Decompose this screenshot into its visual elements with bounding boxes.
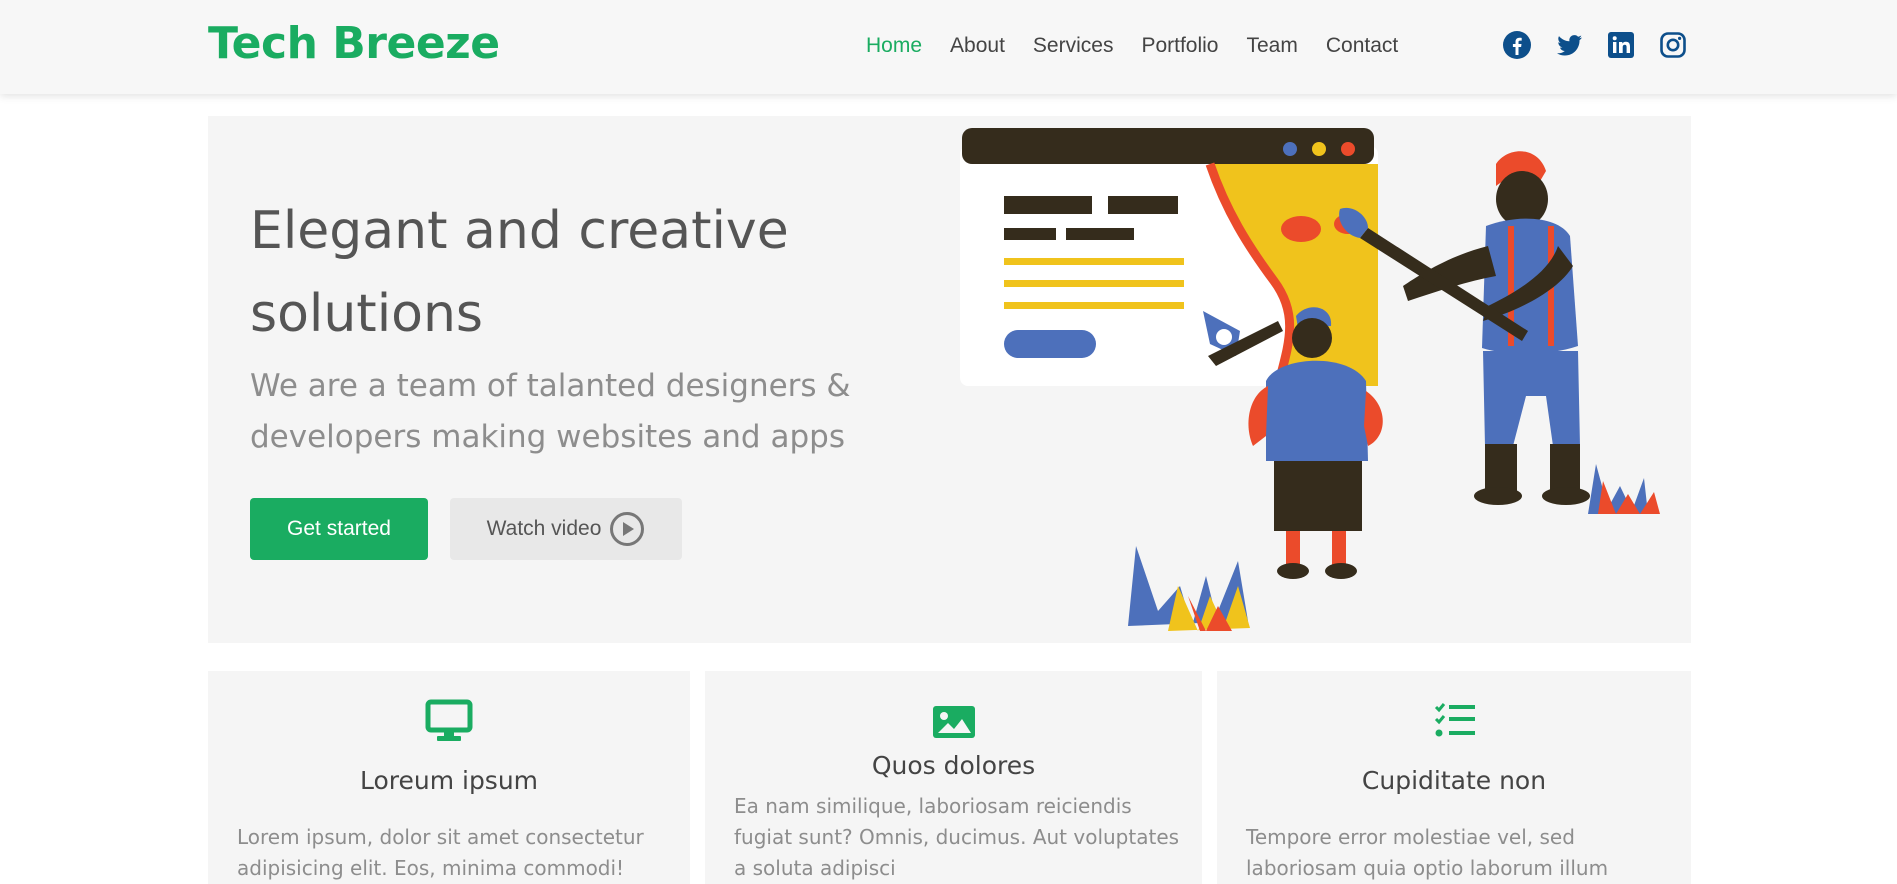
facebook-icon[interactable] [1502, 30, 1532, 60]
get-started-button[interactable]: Get started [250, 498, 428, 560]
feature-title: Loreum ipsum [359, 766, 539, 795]
main-nav: Home About Services Portfolio Team Conta… [866, 34, 1426, 58]
brand-logo[interactable]: Tech Breeze [208, 18, 500, 69]
instagram-icon[interactable] [1658, 30, 1688, 60]
nav-item-team[interactable]: Team [1247, 34, 1298, 58]
twitter-icon[interactable] [1554, 30, 1584, 60]
nav-item-home[interactable]: Home [866, 34, 922, 58]
feature-text: Tempore error molestiae vel, sed laborio… [1246, 825, 1609, 880]
site-header: Tech Breeze Home About Services Portfoli… [0, 0, 1897, 94]
nav-item-services[interactable]: Services [1033, 34, 1114, 58]
monitor-icon [425, 699, 473, 743]
image-icon [930, 701, 978, 745]
nav-item-contact[interactable]: Contact [1326, 34, 1398, 58]
social-links [1502, 30, 1710, 60]
hero-subtitle: We are a team of talanted designers & de… [250, 368, 851, 455]
team-designers-illustration [960, 128, 1660, 631]
feature-card: Loreum ipsum Lorem ipsum, dolor sit amet… [208, 671, 690, 884]
feature-text: Lorem ipsum, dolor sit amet consectetur … [237, 825, 644, 880]
checklist-icon [1430, 699, 1478, 743]
play-circle-icon [610, 512, 645, 546]
feature-title: Cupiditate non [1361, 766, 1547, 795]
feature-text: Ea nam similique, laboriosam reiciendis … [734, 794, 1180, 880]
nav-item-portfolio[interactable]: Portfolio [1141, 34, 1218, 58]
hero-section: Elegant and creative solutions We are a … [208, 116, 1691, 643]
linkedin-icon[interactable] [1606, 30, 1636, 60]
feature-card: Cupiditate non Tempore error molestiae v… [1217, 671, 1691, 884]
hero-title: Elegant and creative solutions [250, 201, 789, 344]
feature-title: Quos dolores [871, 751, 1036, 780]
feature-card: Quos dolores Ea nam similique, laboriosa… [705, 671, 1202, 884]
watch-video-button[interactable]: Watch video [450, 498, 682, 560]
watch-video-label: Watch video [486, 517, 602, 540]
nav-item-about[interactable]: About [950, 34, 1005, 58]
